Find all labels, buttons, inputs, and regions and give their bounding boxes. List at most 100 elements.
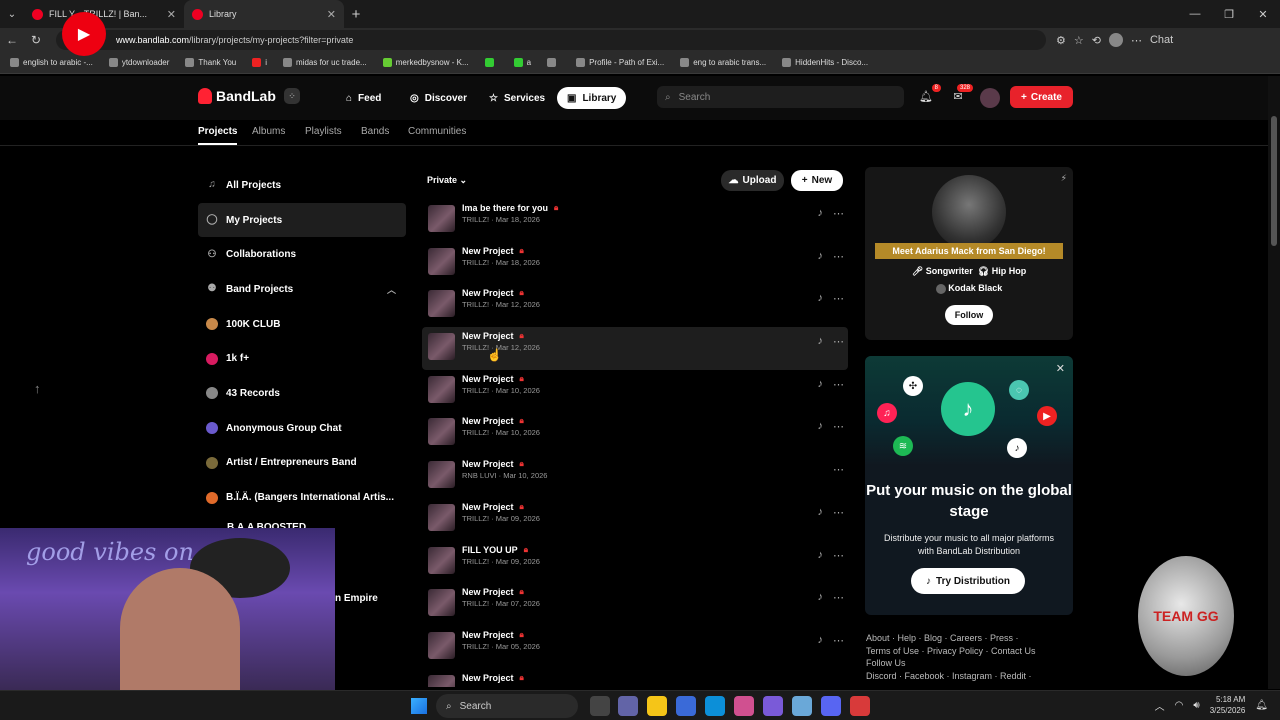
- page-scrollbar[interactable]: [1268, 76, 1280, 689]
- more-icon[interactable]: ⋯: [833, 634, 844, 647]
- collab-icon[interactable]: ♪: [818, 335, 824, 348]
- close-icon[interactable]: ✕: [1056, 362, 1065, 375]
- chevron-up-icon[interactable]: ︿: [1155, 698, 1165, 713]
- try-distribution-button[interactable]: ♪ Try Distribution: [911, 568, 1025, 594]
- back-icon[interactable]: ←: [0, 33, 24, 47]
- artist-avatar[interactable]: [932, 175, 1006, 249]
- footer-links[interactable]: About · Help · Blog · Careers · Press ·: [866, 632, 1076, 645]
- store-icon[interactable]: [676, 696, 696, 716]
- project-row[interactable]: New Project 🔒︎ TRILLZ! · Mar 09, 2026 ♪ ⋯: [422, 498, 848, 541]
- scroll-up-arrow-icon[interactable]: ↑: [34, 381, 41, 396]
- sidebar-item-band-projects[interactable]: ⚉ Band Projects ︿: [198, 272, 406, 307]
- project-row[interactable]: New Project 🔒︎ TRILLZ! · Mar 12, 2026 ♪ ⋯: [422, 284, 848, 327]
- sidebar-item-collaborations[interactable]: ⚇ Collaborations: [198, 237, 406, 272]
- collab-icon[interactable]: ♪: [818, 420, 824, 433]
- user-avatar[interactable]: [980, 88, 1000, 108]
- tab-playlists[interactable]: Playlists: [305, 126, 342, 137]
- nav-feed[interactable]: ⌂ Feed: [346, 87, 381, 109]
- project-row[interactable]: New Project 🔒︎ TRILLZ! · Mar 07, 2026 ♪ ⋯: [422, 583, 848, 626]
- restore-icon[interactable]: ❐: [1212, 8, 1246, 21]
- volume-icon[interactable]: 🔊︎: [1193, 700, 1199, 711]
- windows-start-icon[interactable]: [411, 698, 427, 714]
- collab-icon[interactable]: ♪: [818, 378, 824, 391]
- clock[interactable]: 5:18 AM 3/25/2026: [1210, 694, 1246, 716]
- follow-button[interactable]: Follow: [945, 305, 993, 325]
- close-icon[interactable]: ✕: [167, 8, 176, 21]
- sidebar-band-partial[interactable]: n Empire: [335, 593, 378, 604]
- bookmark[interactable]: Profile - Path of Exi...: [576, 58, 664, 67]
- project-row[interactable]: Ima be there for you 🔒︎ TRILLZ! · Mar 18, …: [422, 199, 848, 242]
- project-row[interactable]: New Project 🔒︎ TRILLZ! · Mar 10, 2026 ♪ ⋯: [422, 412, 848, 455]
- minimize-icon[interactable]: —: [1178, 8, 1212, 21]
- project-row[interactable]: FILL YOU UP 🔒︎ TRILLZ! · Mar 09, 2026 ♪ ⋯: [422, 541, 848, 584]
- collab-icon[interactable]: ♪: [818, 549, 824, 562]
- discord-icon[interactable]: [821, 696, 841, 716]
- footer-links[interactable]: Terms of Use · Privacy Policy · Contact …: [866, 645, 1076, 658]
- close-window-icon[interactable]: ✕: [1246, 8, 1280, 21]
- obs-icon[interactable]: [850, 696, 870, 716]
- bookmark[interactable]: merkedbysnow - K...: [382, 58, 469, 67]
- sidebar-band-item[interactable]: 100K CLUB: [198, 307, 406, 342]
- extensions-icon[interactable]: ⚙: [1056, 34, 1066, 47]
- bandlab-logo[interactable]: BandLab: [198, 88, 276, 104]
- refresh-icon[interactable]: ↻: [24, 33, 48, 47]
- app-icon[interactable]: [734, 696, 754, 716]
- browser-tab-library[interactable]: Library ✕: [184, 0, 344, 28]
- notifications-icon[interactable]: 🔔︎: [1255, 700, 1268, 711]
- collab-icon[interactable]: ♪: [818, 250, 824, 263]
- sidebar-band-item[interactable]: 1k f+: [198, 341, 406, 376]
- copilot-icon[interactable]: [763, 696, 783, 716]
- more-icon[interactable]: ⋯: [833, 292, 844, 305]
- collab-icon[interactable]: ♪: [818, 506, 824, 519]
- wifi-icon[interactable]: ◠: [1175, 700, 1184, 711]
- apps-grid-icon[interactable]: ⁘: [284, 88, 300, 104]
- tab-bands[interactable]: Bands: [361, 126, 389, 137]
- upload-button[interactable]: ☁ Upload: [721, 170, 784, 191]
- more-icon[interactable]: ⋯: [833, 207, 844, 220]
- sidebar-item-all-projects[interactable]: ♫ All Projects: [198, 168, 406, 203]
- more-icon[interactable]: ⋯: [833, 420, 844, 433]
- tab-projects[interactable]: Projects: [198, 126, 238, 145]
- project-row[interactable]: New Project 🔒︎ TRILLZ! · Mar 05, 2026 ♪ ⋯: [422, 626, 848, 669]
- favorites-icon[interactable]: ☆: [1074, 34, 1084, 47]
- privacy-filter-dropdown[interactable]: Private ⌄: [427, 175, 467, 186]
- more-icon[interactable]: ⋯: [833, 335, 844, 348]
- collab-icon[interactable]: ♪: [818, 634, 824, 647]
- bookmark[interactable]: ytdownloader: [108, 58, 169, 67]
- tab-communities[interactable]: Communities: [408, 126, 466, 137]
- bookmark[interactable]: midas for uc trade...: [283, 58, 367, 67]
- project-row[interactable]: New Project 🔒︎ TRILLZ! · Mar 10, 2026 ♪ ⋯: [422, 370, 848, 413]
- profile-icon[interactable]: [1108, 33, 1123, 47]
- bookmark[interactable]: english to arabic -...: [10, 58, 93, 67]
- project-row[interactable]: New Project 🔒︎ RNB LUVI · Mar 10, 2026 ⋯: [422, 455, 848, 498]
- project-row[interactable]: New Project 🔒︎ TRILLZ! · Mar 12, 2026 ♪ ⋯: [422, 327, 848, 370]
- bell-icon[interactable]: 🔔︎ 8: [919, 84, 941, 104]
- more-icon[interactable]: ⋯: [833, 378, 844, 391]
- browser-tab-fill-you-up[interactable]: FILL Y... TRILLZ! | Ban... ✕: [24, 0, 184, 28]
- more-icon[interactable]: ⋯: [833, 549, 844, 562]
- more-icon[interactable]: ⋯: [1131, 34, 1142, 47]
- teams-icon[interactable]: [618, 696, 638, 716]
- new-project-button[interactable]: + New: [791, 170, 843, 191]
- chevron-up-icon[interactable]: ︿: [387, 283, 396, 296]
- more-icon[interactable]: ⋯: [833, 591, 844, 604]
- create-button[interactable]: + Create: [1010, 86, 1073, 108]
- task-view-icon[interactable]: [590, 696, 610, 716]
- bookmark[interactable]: [484, 58, 498, 67]
- bookmark[interactable]: a: [513, 58, 531, 67]
- bookmark[interactable]: Thank You: [185, 58, 236, 67]
- sidebar-band-item[interactable]: Anonymous Group Chat: [198, 411, 406, 446]
- tab-albums[interactable]: Albums: [252, 126, 285, 137]
- file-explorer-icon[interactable]: [647, 696, 667, 716]
- bookmark[interactable]: i: [252, 58, 267, 67]
- sidebar-band-item[interactable]: B.Ï.Ä. (Bangers International Artis...: [198, 480, 406, 515]
- new-tab-button[interactable]: +: [344, 6, 368, 23]
- more-icon[interactable]: ⋯: [833, 250, 844, 263]
- url-field[interactable]: www.bandlab.com/library/projects/my-proj…: [56, 30, 1046, 50]
- history-icon[interactable]: ⟲: [1092, 34, 1101, 47]
- nav-library[interactable]: ▣ Library: [557, 87, 627, 109]
- more-icon[interactable]: ⋯: [833, 506, 844, 519]
- edge-icon[interactable]: [705, 696, 725, 716]
- project-row[interactable]: New Project 🔒︎ TRILLZ! · Mar 18, 2026 ♪ ⋯: [422, 242, 848, 285]
- sidebar-band-item[interactable]: 43 Records: [198, 376, 406, 411]
